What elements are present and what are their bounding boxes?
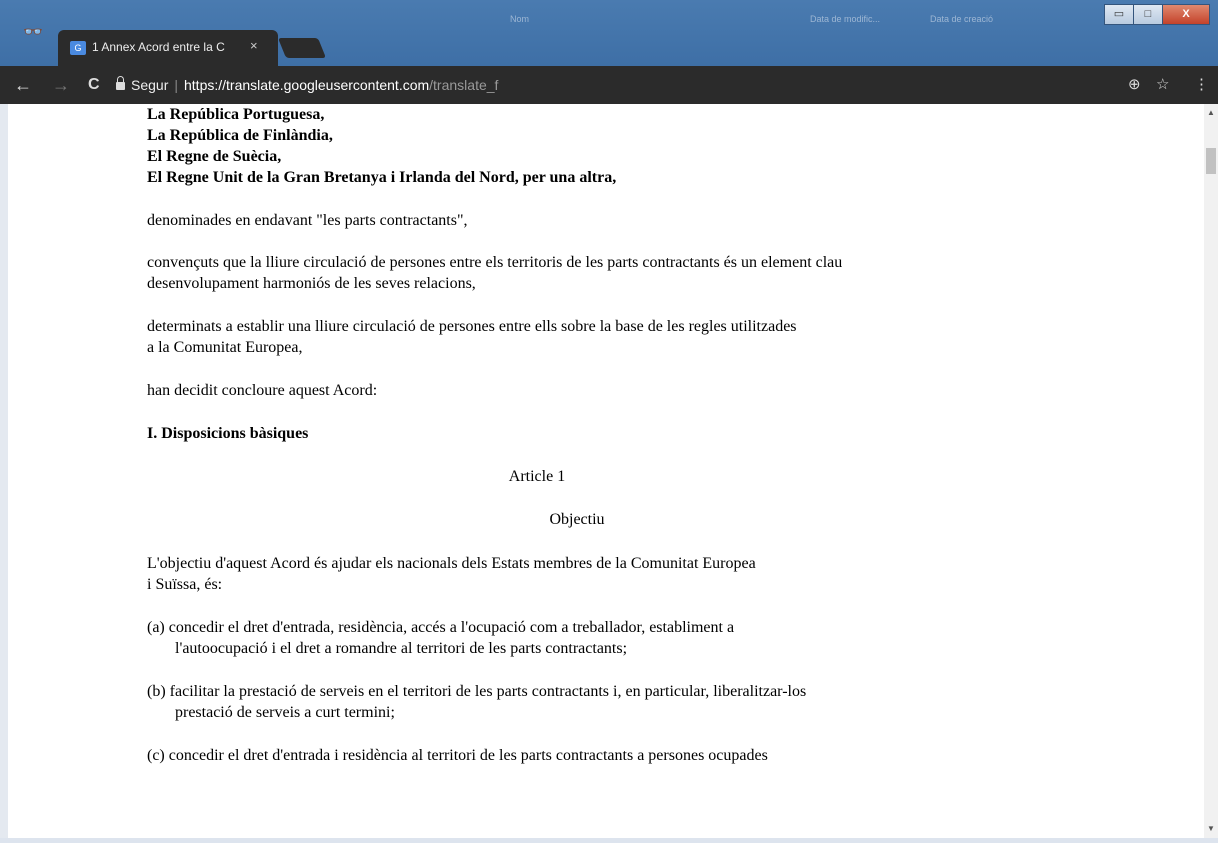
bookmark-star-icon[interactable]: ☆ bbox=[1156, 75, 1169, 93]
paragraph-objective-line2: i Suïssa, és: bbox=[147, 576, 223, 593]
back-arrow-icon[interactable]: ← bbox=[14, 75, 32, 96]
party-line: La República Portuguesa, bbox=[147, 106, 325, 123]
list-item-c-line1: (c) concedir el dret d'entrada i residèn… bbox=[147, 747, 768, 764]
incognito-icon: 👓 bbox=[23, 24, 43, 41]
paragraph-determined-line1: determinats a establir una lliure circul… bbox=[147, 318, 797, 335]
url-host: translate.googleusercontent.com bbox=[226, 77, 430, 93]
close-window-button[interactable]: X bbox=[1162, 4, 1210, 25]
document-body: La República Portuguesa, La República de… bbox=[147, 104, 1197, 766]
list-item-b-line1: (b) facilitar la prestació de serveis en… bbox=[147, 683, 807, 700]
scrollbar-thumb[interactable] bbox=[1206, 148, 1216, 174]
bottom-window-edge bbox=[0, 838, 1218, 843]
paragraph-decided: han decidit concloure aquest Acord: bbox=[147, 382, 378, 399]
article-title: Objectiu bbox=[549, 511, 605, 528]
zoom-icon[interactable]: ⊕ bbox=[1128, 75, 1141, 93]
tab-close-icon[interactable]: × bbox=[250, 38, 258, 53]
forward-arrow-icon[interactable]: → bbox=[52, 75, 70, 96]
security-label: Segur bbox=[131, 77, 169, 93]
url-path: /translate_f bbox=[429, 77, 499, 93]
section-heading: I. Disposicions bàsiques bbox=[147, 425, 309, 442]
lock-icon bbox=[116, 76, 125, 90]
reload-icon[interactable]: C bbox=[88, 76, 100, 94]
window-controls: ▭ □ X bbox=[1104, 4, 1210, 25]
vertical-scrollbar[interactable]: ▲ ▼ bbox=[1204, 104, 1218, 838]
translate-favicon-icon: G bbox=[70, 41, 86, 55]
background-column-created: Data de creació bbox=[930, 14, 994, 24]
minimize-button[interactable]: ▭ bbox=[1104, 4, 1134, 25]
scroll-down-arrow-icon[interactable]: ▼ bbox=[1204, 822, 1218, 836]
list-item-a-line2: l'autoocupació i el dret a romandre al t… bbox=[175, 640, 628, 657]
browser-toolbar: ← → C Segur | https://translate.googleuser… bbox=[0, 66, 1218, 104]
party-line: La República de Finlàndia, bbox=[147, 127, 333, 144]
background-column-name: Nom bbox=[510, 14, 530, 24]
url-scheme: https:// bbox=[184, 77, 227, 93]
browser-window: 👓 Nom Data de modific... Data de creació… bbox=[0, 0, 1218, 843]
address-bar[interactable]: Segur | https://translate.googleuserconten… bbox=[116, 73, 1176, 97]
party-line: El Regne Unit de la Gran Bretanya i Irla… bbox=[147, 169, 617, 186]
scroll-up-arrow-icon[interactable]: ▲ bbox=[1204, 106, 1218, 120]
list-item-b-line2: prestació de serveis a curt termini; bbox=[175, 704, 395, 721]
page-viewport: La República Portuguesa, La República de… bbox=[8, 104, 1204, 838]
list-item-a-line1: (a) concedir el dret d'entrada, residènc… bbox=[147, 619, 735, 636]
paragraph-determined-line2: a la Comunitat Europea, bbox=[147, 339, 303, 356]
paragraph-objective-line1: L'objectiu d'aquest Acord és ajudar els … bbox=[147, 555, 756, 572]
left-window-edge bbox=[0, 104, 8, 843]
tab-title: 1 Annex Acord entre la C bbox=[92, 40, 225, 54]
party-line: El Regne de Suècia, bbox=[147, 148, 282, 165]
maximize-button[interactable]: □ bbox=[1133, 4, 1163, 25]
chrome-menu-icon[interactable]: ⋮ bbox=[1194, 75, 1209, 93]
active-tab[interactable]: G 1 Annex Acord entre la C × bbox=[58, 30, 278, 66]
paragraph-convinced-line1: convençuts que la lliure circulació de p… bbox=[147, 254, 843, 271]
paragraph-contracting-parties: denominades en endavant "les parts contr… bbox=[147, 212, 468, 229]
address-separator: | bbox=[174, 77, 178, 93]
title-bar: 👓 Nom Data de modific... Data de creació… bbox=[0, 0, 1218, 66]
article-heading: Article 1 bbox=[508, 468, 566, 485]
background-column-modified: Data de modific... bbox=[810, 14, 881, 24]
new-tab-button[interactable] bbox=[277, 38, 327, 58]
paragraph-convinced-line2: desenvolupament harmoniós de les seves r… bbox=[147, 275, 476, 292]
